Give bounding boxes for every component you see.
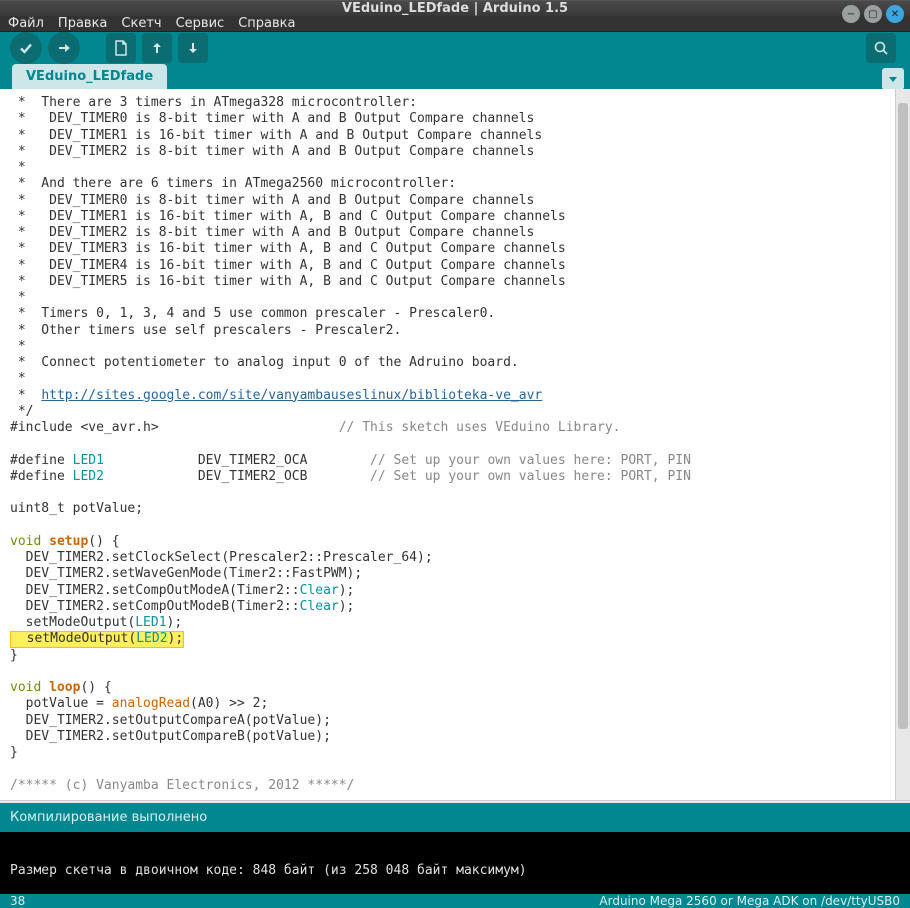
new-button[interactable]	[106, 33, 136, 63]
menu-file[interactable]: Файл	[8, 16, 44, 31]
highlighted-line: setModeOutput(LED2);	[10, 631, 184, 647]
menu-sketch[interactable]: Скетч	[121, 16, 161, 31]
check-icon	[18, 40, 34, 56]
window-title: VEduino_LEDfade | Arduino 1.5	[0, 1, 910, 16]
horizontal-scrollbar[interactable]	[0, 800, 910, 803]
tab-sketch[interactable]: VEduino_LEDfade	[12, 64, 167, 89]
code-editor[interactable]: * There are 3 timers in ATmega328 microc…	[0, 89, 895, 800]
vertical-scroll-thumb[interactable]	[898, 103, 908, 729]
menu-bar: Файл Правка Скетч Сервис Справка	[0, 16, 910, 32]
serial-monitor-button[interactable]	[866, 33, 896, 63]
arrow-down-icon	[186, 40, 200, 56]
tab-bar: VEduino_LEDfade	[0, 64, 910, 89]
tab-menu-button[interactable]	[882, 68, 904, 90]
footer-bar: 38 Arduino Mega 2560 or Mega ADK on /dev…	[0, 894, 910, 908]
triangle-down-icon	[888, 74, 898, 84]
code-comment: * There are 3 timers in ATmega328 microc…	[10, 95, 566, 419]
board-info: Arduino Mega 2560 or Mega ADK on /dev/tt…	[599, 894, 900, 908]
minimize-button[interactable]: −	[842, 5, 860, 23]
code-area: * There are 3 timers in ATmega328 microc…	[0, 89, 910, 800]
menu-tools[interactable]: Сервис	[176, 16, 225, 31]
menu-edit[interactable]: Правка	[58, 16, 107, 31]
window-controls: − ▢ ✕	[842, 5, 904, 23]
console-text: Размер скетча в двоичном коде: 848 байт …	[10, 863, 527, 878]
vertical-scrollbar[interactable]	[895, 89, 910, 800]
serial-monitor-icon	[873, 40, 889, 56]
status-bar: Компилирование выполнено	[0, 803, 910, 832]
console-output: Размер скетча в двоичном коде: 848 байт …	[0, 832, 910, 894]
window-titlebar: VEduino_LEDfade | Arduino 1.5 − ▢ ✕	[0, 0, 910, 16]
close-button[interactable]: ✕	[886, 5, 904, 23]
menu-help[interactable]: Справка	[238, 16, 295, 31]
toolbar	[0, 32, 910, 64]
line-number: 38	[10, 894, 25, 908]
code-link[interactable]: http://sites.google.com/site/vanyambause…	[41, 388, 542, 403]
upload-button[interactable]	[48, 32, 80, 64]
verify-button[interactable]	[10, 32, 42, 64]
arrow-up-icon	[150, 40, 164, 56]
save-button[interactable]	[178, 33, 208, 63]
open-button[interactable]	[142, 33, 172, 63]
status-label: Компилирование выполнено	[10, 810, 207, 825]
file-icon	[114, 40, 128, 56]
arrow-right-icon	[56, 40, 72, 56]
maximize-button[interactable]: ▢	[864, 5, 882, 23]
